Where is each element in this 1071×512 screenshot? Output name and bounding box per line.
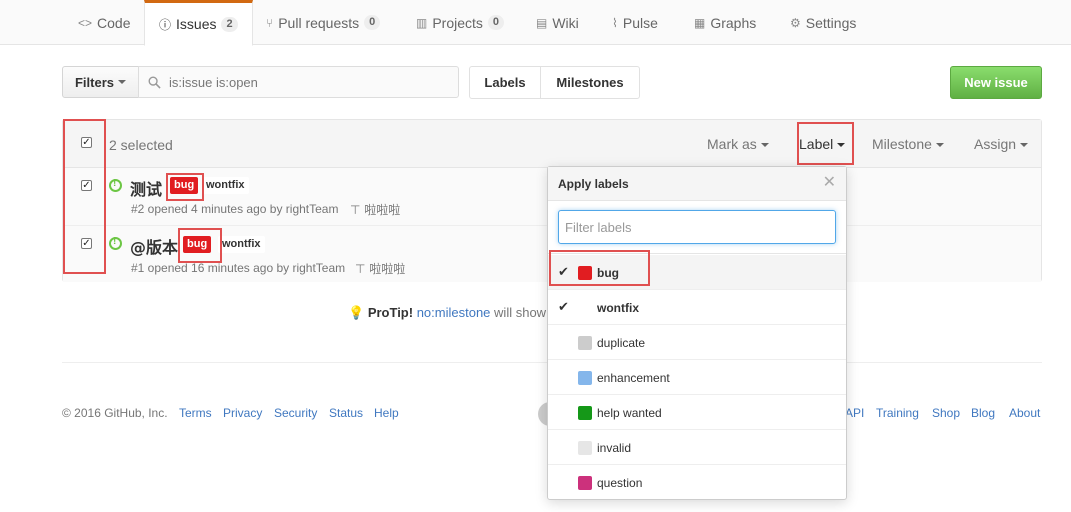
assign-menu[interactable]: Assign	[974, 136, 1029, 152]
label-option-duplicate[interactable]: duplicate	[548, 325, 846, 360]
projects-count: 0	[487, 15, 505, 30]
label-color-swatch	[578, 406, 592, 420]
milestone-menu[interactable]: Milestone	[872, 136, 944, 152]
tab-code[interactable]: <> Code	[78, 0, 130, 45]
label-option-help-wanted[interactable]: help wanted	[548, 395, 846, 430]
milestone-link[interactable]: ⊤ 啦啦啦	[350, 201, 400, 218]
issue-meta: #2 opened 4 minutes ago by rightTeam	[131, 202, 339, 216]
git-pull-request-icon: ⑂	[266, 15, 274, 30]
footer-link-privacy[interactable]: Privacy	[223, 406, 262, 420]
light-bulb-icon: 💡	[348, 305, 365, 320]
gear-icon: ⚙	[790, 15, 801, 30]
footer-link-api[interactable]: API	[845, 406, 864, 420]
protip: 💡 ProTip! no:milestone will show	[348, 305, 547, 320]
label-color-swatch	[578, 371, 592, 385]
close-icon[interactable]: ✕	[823, 175, 836, 191]
tab-issues[interactable]: ⓘ Issues 2	[144, 0, 253, 46]
filters-button[interactable]: Filters	[62, 66, 139, 98]
footer-link-blog[interactable]: Blog	[971, 406, 995, 420]
book-icon: ▤	[536, 15, 548, 30]
labels-button[interactable]: Labels	[469, 66, 541, 99]
label-color-swatch	[578, 476, 592, 490]
protip-link[interactable]: no:milestone	[417, 305, 491, 320]
milestone-link[interactable]: ⊤ 啦啦啦	[355, 260, 405, 277]
issue-meta: #1 opened 16 minutes ago by rightTeam	[131, 261, 346, 275]
pulse-icon: ⌇	[612, 15, 618, 30]
footer-link-about[interactable]: About	[1009, 406, 1040, 420]
footer-link-training[interactable]: Training	[876, 406, 919, 420]
label-color-swatch	[578, 301, 592, 315]
apply-labels-dropdown: Apply labels ✕ ✔ bug ✔ wontfix duplicate…	[547, 166, 847, 500]
issue-title[interactable]: @版本	[130, 234, 178, 258]
search-input[interactable]	[169, 74, 449, 90]
copyright: © 2016 GitHub, Inc.	[62, 406, 168, 420]
search-icon	[148, 76, 161, 89]
tab-wiki[interactable]: ▤ Wiki	[536, 0, 579, 45]
milestone-icon: ⊤	[350, 203, 365, 217]
issue-opened-icon: ⓘ	[159, 17, 172, 32]
label-option-enhancement[interactable]: enhancement	[548, 360, 846, 395]
filter-labels-input[interactable]	[558, 210, 836, 244]
mark-as-menu[interactable]: Mark as	[707, 136, 769, 152]
tab-settings[interactable]: ⚙ Settings	[790, 0, 856, 45]
footer-link-terms[interactable]: Terms	[179, 406, 212, 420]
highlight-bug-option	[549, 250, 650, 286]
new-issue-button[interactable]: New issue	[950, 66, 1042, 99]
footer-link-status[interactable]: Status	[329, 406, 363, 420]
footer-link-shop[interactable]: Shop	[932, 406, 960, 420]
highlight-checkboxes	[63, 119, 106, 274]
caret-down-icon	[1020, 143, 1029, 148]
highlight-label-menu	[797, 122, 854, 165]
pull-requests-count: 0	[364, 15, 381, 30]
code-icon: <>	[78, 15, 93, 30]
issue-search	[138, 66, 459, 98]
label-option-wontfix[interactable]: ✔ wontfix	[548, 290, 846, 325]
caret-down-icon	[118, 80, 126, 84]
highlight-bug-label-2	[178, 228, 222, 263]
label-color-swatch	[578, 336, 592, 350]
repo-nav: <> Code ⓘ Issues 2 ⑂ Pull requests 0 ▥ P…	[0, 0, 1071, 46]
graph-icon: ▦	[694, 15, 706, 30]
label-option-question[interactable]: question	[548, 465, 846, 500]
tab-projects[interactable]: ▥ Projects 0	[416, 0, 505, 45]
caret-down-icon	[935, 143, 944, 148]
highlight-bug-label-1	[166, 173, 204, 201]
milestone-icon: ⊤	[355, 262, 370, 276]
issue-opened-icon	[109, 236, 122, 250]
dropdown-header: Apply labels ✕	[548, 167, 846, 201]
table-header: ✓ 2 selected Mark as Label Milestone Ass…	[63, 120, 1041, 168]
issues-count: 2	[221, 16, 238, 32]
label-wontfix[interactable]: wontfix	[202, 177, 249, 194]
check-icon: ✔	[558, 299, 569, 314]
caret-down-icon	[760, 143, 769, 148]
footer-link-help[interactable]: Help	[374, 406, 399, 420]
tab-graphs[interactable]: ▦ Graphs	[694, 0, 756, 45]
label-wontfix[interactable]: wontfix	[218, 236, 265, 253]
label-option-invalid[interactable]: invalid	[548, 430, 846, 465]
tab-pulse[interactable]: ⌇ Pulse	[612, 0, 658, 45]
milestones-button[interactable]: Milestones	[540, 66, 640, 99]
selected-count: 2 selected	[109, 137, 173, 153]
footer-link-security[interactable]: Security	[274, 406, 317, 420]
label-color-swatch	[578, 441, 592, 455]
project-icon: ▥	[416, 15, 428, 30]
filter-wrap	[548, 201, 846, 254]
issue-opened-icon	[109, 178, 122, 192]
issue-title[interactable]: 测试	[130, 176, 162, 200]
tab-pull-requests[interactable]: ⑂ Pull requests 0	[266, 0, 381, 45]
